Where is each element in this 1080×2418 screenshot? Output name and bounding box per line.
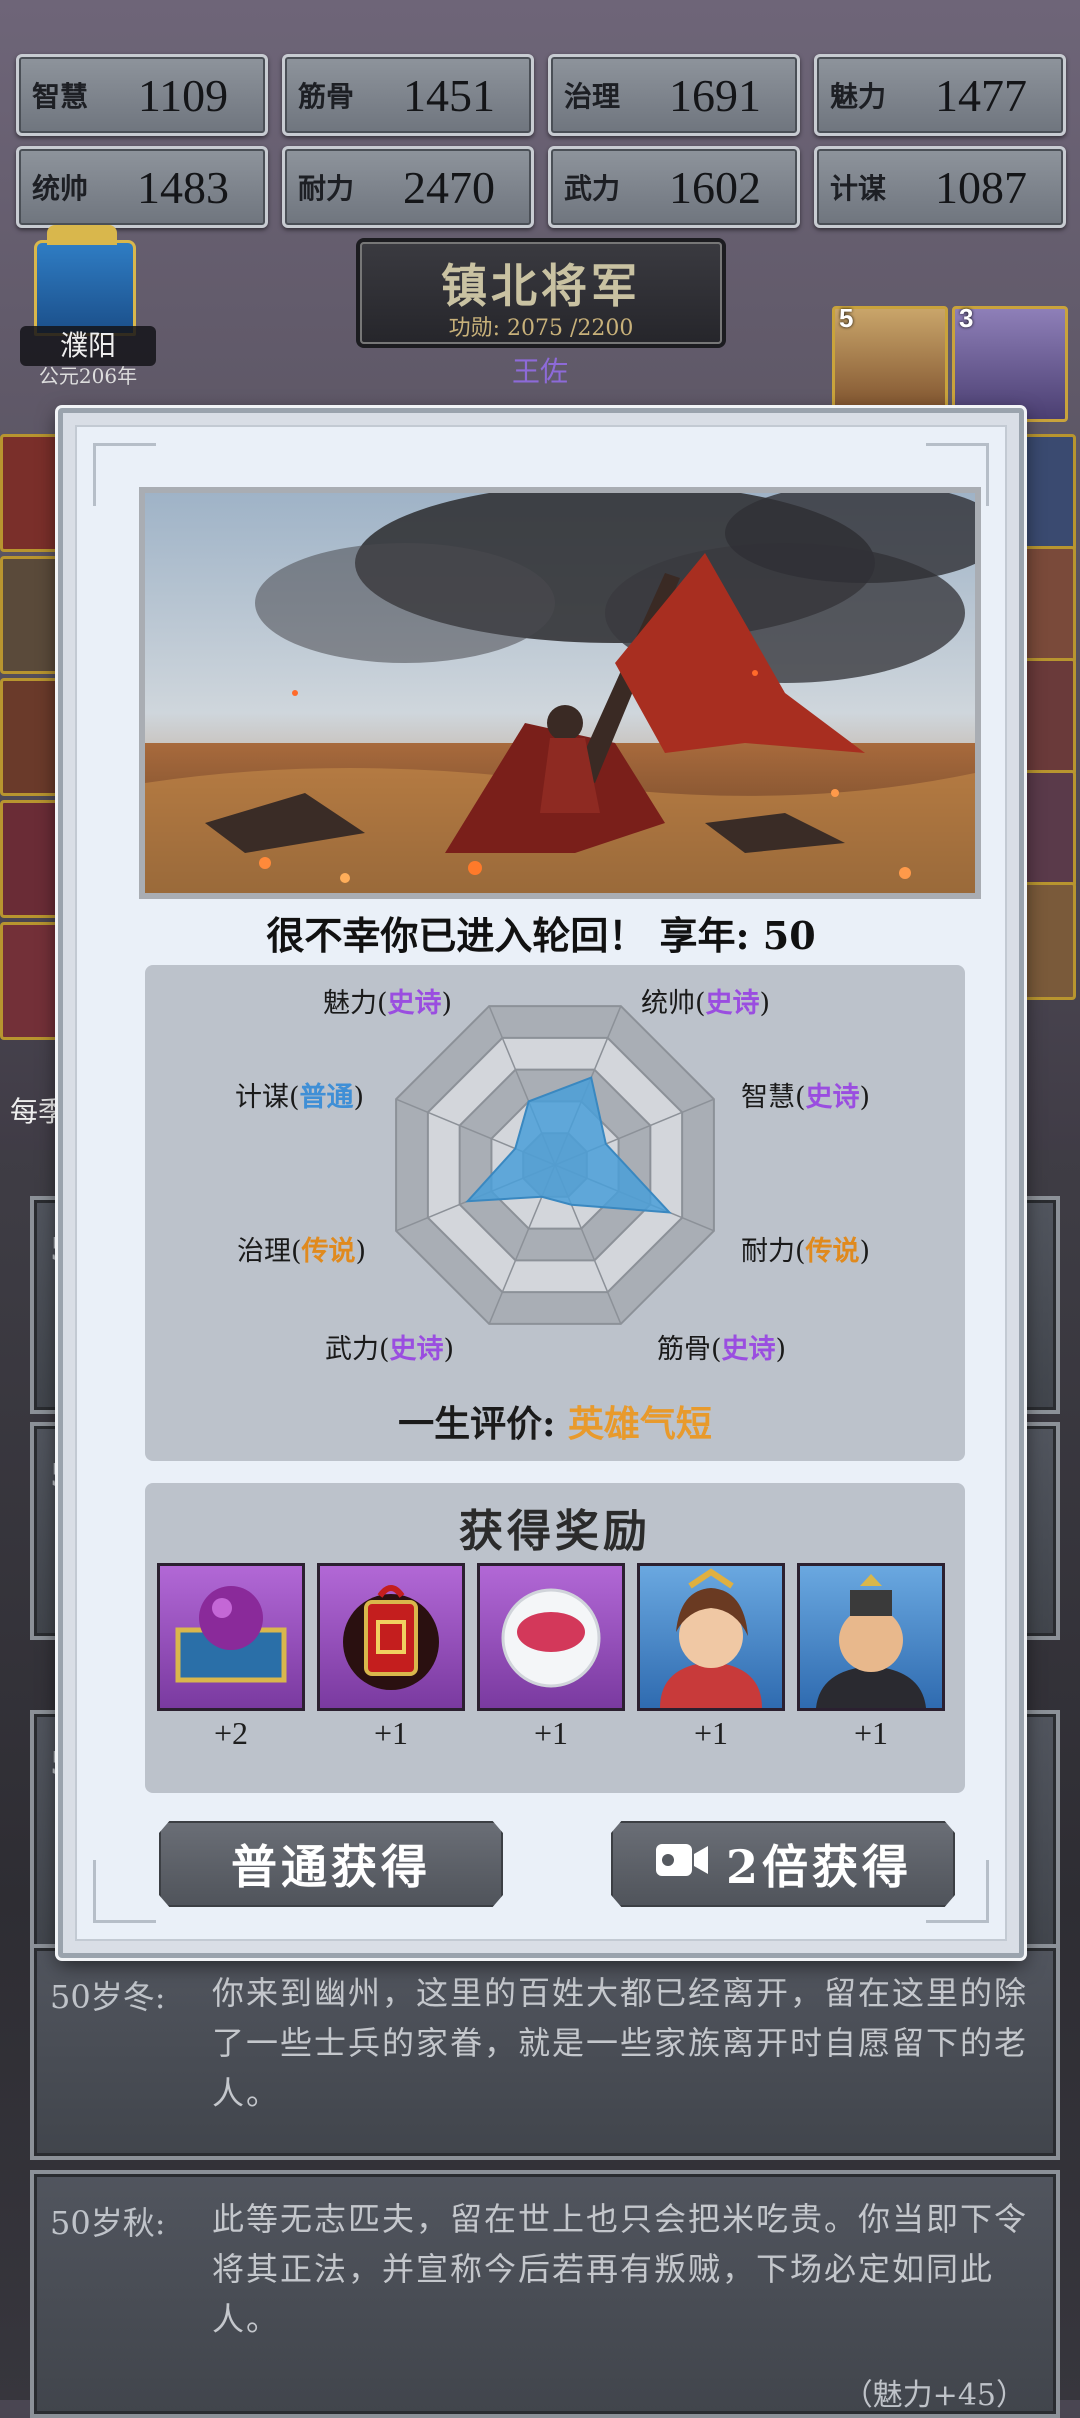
normal-claim-button[interactable]: 普通获得 [159, 1821, 503, 1907]
reward-count: +2 [213, 1715, 249, 1751]
corner-ornament [93, 1860, 156, 1923]
life-evaluation: 一生评价: 英雄气短 [398, 1403, 712, 1445]
side-portrait[interactable] [0, 922, 62, 1040]
stat-tile: 耐力 2470 [282, 146, 534, 228]
double-claim-button[interactable]: 2倍获得 [611, 1821, 955, 1907]
side-portrait[interactable] [0, 800, 62, 918]
male-official-portrait [797, 1563, 945, 1711]
reward-panel: 获得奖励 +2 +1 +1 +1 +1 [145, 1483, 965, 1793]
log-season: 50岁秋: [50, 2204, 166, 2242]
stat-value: 1451 [403, 69, 495, 121]
radar-label-wisdom: 智慧(史诗) [741, 1082, 871, 1113]
stat-name: 治理 [563, 80, 620, 113]
radar-label-stamina: 耐力(传说) [741, 1236, 871, 1267]
dialog-body: 很不幸你已进入轮回！ 享年: 50 魅力(史诗) 统帅(史诗) 计谋(普通) 智… [75, 425, 1007, 1941]
stat-tile: 计谋 1087 [814, 146, 1066, 228]
reward-item[interactable]: +1 [797, 1563, 945, 1752]
reward-item[interactable]: +1 [637, 1563, 785, 1752]
battlefield-illustration [139, 487, 981, 899]
hero-card[interactable]: 3 [952, 303, 1068, 422]
evaluation-value: 英雄气短 [567, 1403, 712, 1445]
reward-count: +1 [853, 1715, 889, 1751]
stat-value: 1109 [137, 69, 229, 121]
stat-value: 2470 [403, 161, 495, 213]
log-card: 50岁秋: 此等无志匹夫，留在世上也只会把米吃贵。你当即下令将其正法，并宣称今后… [30, 2170, 1060, 2418]
log-season: 50岁冬: [50, 1978, 166, 2016]
reward-item[interactable]: +2 [157, 1563, 305, 1752]
log-card: 50岁冬: 你来到幽州，这里的百姓大都已经离开，留在这里的除了一些士兵的家眷，就… [30, 1944, 1060, 2160]
stat-name: 计谋 [829, 172, 886, 205]
battlefield-scene [145, 493, 975, 893]
radar-label-charm: 魅力(史诗) [323, 988, 453, 1019]
stat-tile: 魅力 1477 [814, 54, 1066, 136]
double-claim-label: 2倍获得 [725, 1840, 912, 1894]
stat-name: 武力 [563, 172, 620, 205]
hero-card[interactable]: 5 [832, 303, 948, 422]
stat-name: 筋骨 [297, 80, 354, 113]
radar-label-force: 武力(史诗) [325, 1334, 455, 1365]
stat-value: 1602 [669, 161, 761, 213]
normal-claim-label: 普通获得 [231, 1840, 431, 1894]
radar-label-physique: 筋骨(史诗) [657, 1334, 787, 1365]
reward-item[interactable]: +1 [477, 1563, 625, 1752]
porcelain-bowl-icon [477, 1563, 625, 1711]
reward-count: +1 [693, 1715, 729, 1751]
merit-progress: 功勋: 2075 /2200 [448, 316, 634, 341]
hero-card-count: 3 [959, 303, 974, 333]
stat-name: 魅力 [829, 80, 886, 113]
radar-label-strategy: 计谋(普通) [235, 1082, 365, 1113]
radar-label-governance: 治理(传说) [237, 1236, 367, 1267]
stat-tile: 智慧 1109 [16, 54, 268, 136]
stat-value: 1087 [935, 161, 1027, 213]
stat-name: 统帅 [31, 172, 88, 205]
treasure-chest-icon [157, 1563, 305, 1711]
side-portrait[interactable] [0, 556, 62, 674]
stat-value: 1477 [935, 69, 1027, 121]
stat-value: 1691 [669, 69, 761, 121]
stat-tile: 武力 1602 [548, 146, 800, 228]
hero-card-count: 5 [839, 303, 854, 333]
reward-item[interactable]: +1 [317, 1563, 465, 1752]
stat-tile: 统帅 1483 [16, 146, 268, 228]
stat-tile: 筋骨 1451 [282, 54, 534, 136]
side-portrait[interactable] [0, 434, 62, 552]
stat-name: 智慧 [31, 80, 88, 113]
reward-title: 获得奖励 [459, 1506, 651, 1557]
stat-value: 1483 [137, 161, 229, 213]
log-reward: （魅力+45） [842, 2378, 1026, 2413]
reincarnation-headline: 很不幸你已进入轮回！ 享年: 50 [266, 913, 816, 958]
stat-name: 耐力 [297, 172, 354, 205]
female-general-portrait [637, 1563, 785, 1711]
rank-plate[interactable]: 镇北将军 功勋: 2075 /2200 [360, 242, 722, 344]
attribute-radar-panel: 魅力(史诗) 统帅(史诗) 计谋(普通) 智慧(史诗) 治理(传说) 耐力(传说… [145, 965, 965, 1461]
red-lantern-icon [317, 1563, 465, 1711]
reincarnation-dialog: 很不幸你已进入轮回！ 享年: 50 魅力(史诗) 统帅(史诗) 计谋(普通) 智… [58, 408, 1024, 1958]
video-camera-icon [654, 1837, 710, 1891]
radar-chart [395, 1005, 715, 1325]
stat-tile: 治理 1691 [548, 54, 800, 136]
rank-title: 镇北将军 [441, 259, 641, 313]
city-building-icon[interactable] [34, 225, 136, 336]
reward-count: +1 [533, 1715, 569, 1751]
log-text: 此等无志匹夫，留在世上也只会把米吃贵。你当即下令将其正法，并宣称今后若再有叛贼，… [212, 2200, 1029, 2338]
log-text: 你来到幽州，这里的百姓大都已经离开，留在这里的除了一些士兵的家眷，就是一些家族离… [212, 1974, 1029, 2112]
reward-count: +1 [373, 1715, 409, 1751]
side-portrait[interactable] [0, 678, 62, 796]
radar-label-command: 统帅(史诗) [641, 988, 771, 1019]
